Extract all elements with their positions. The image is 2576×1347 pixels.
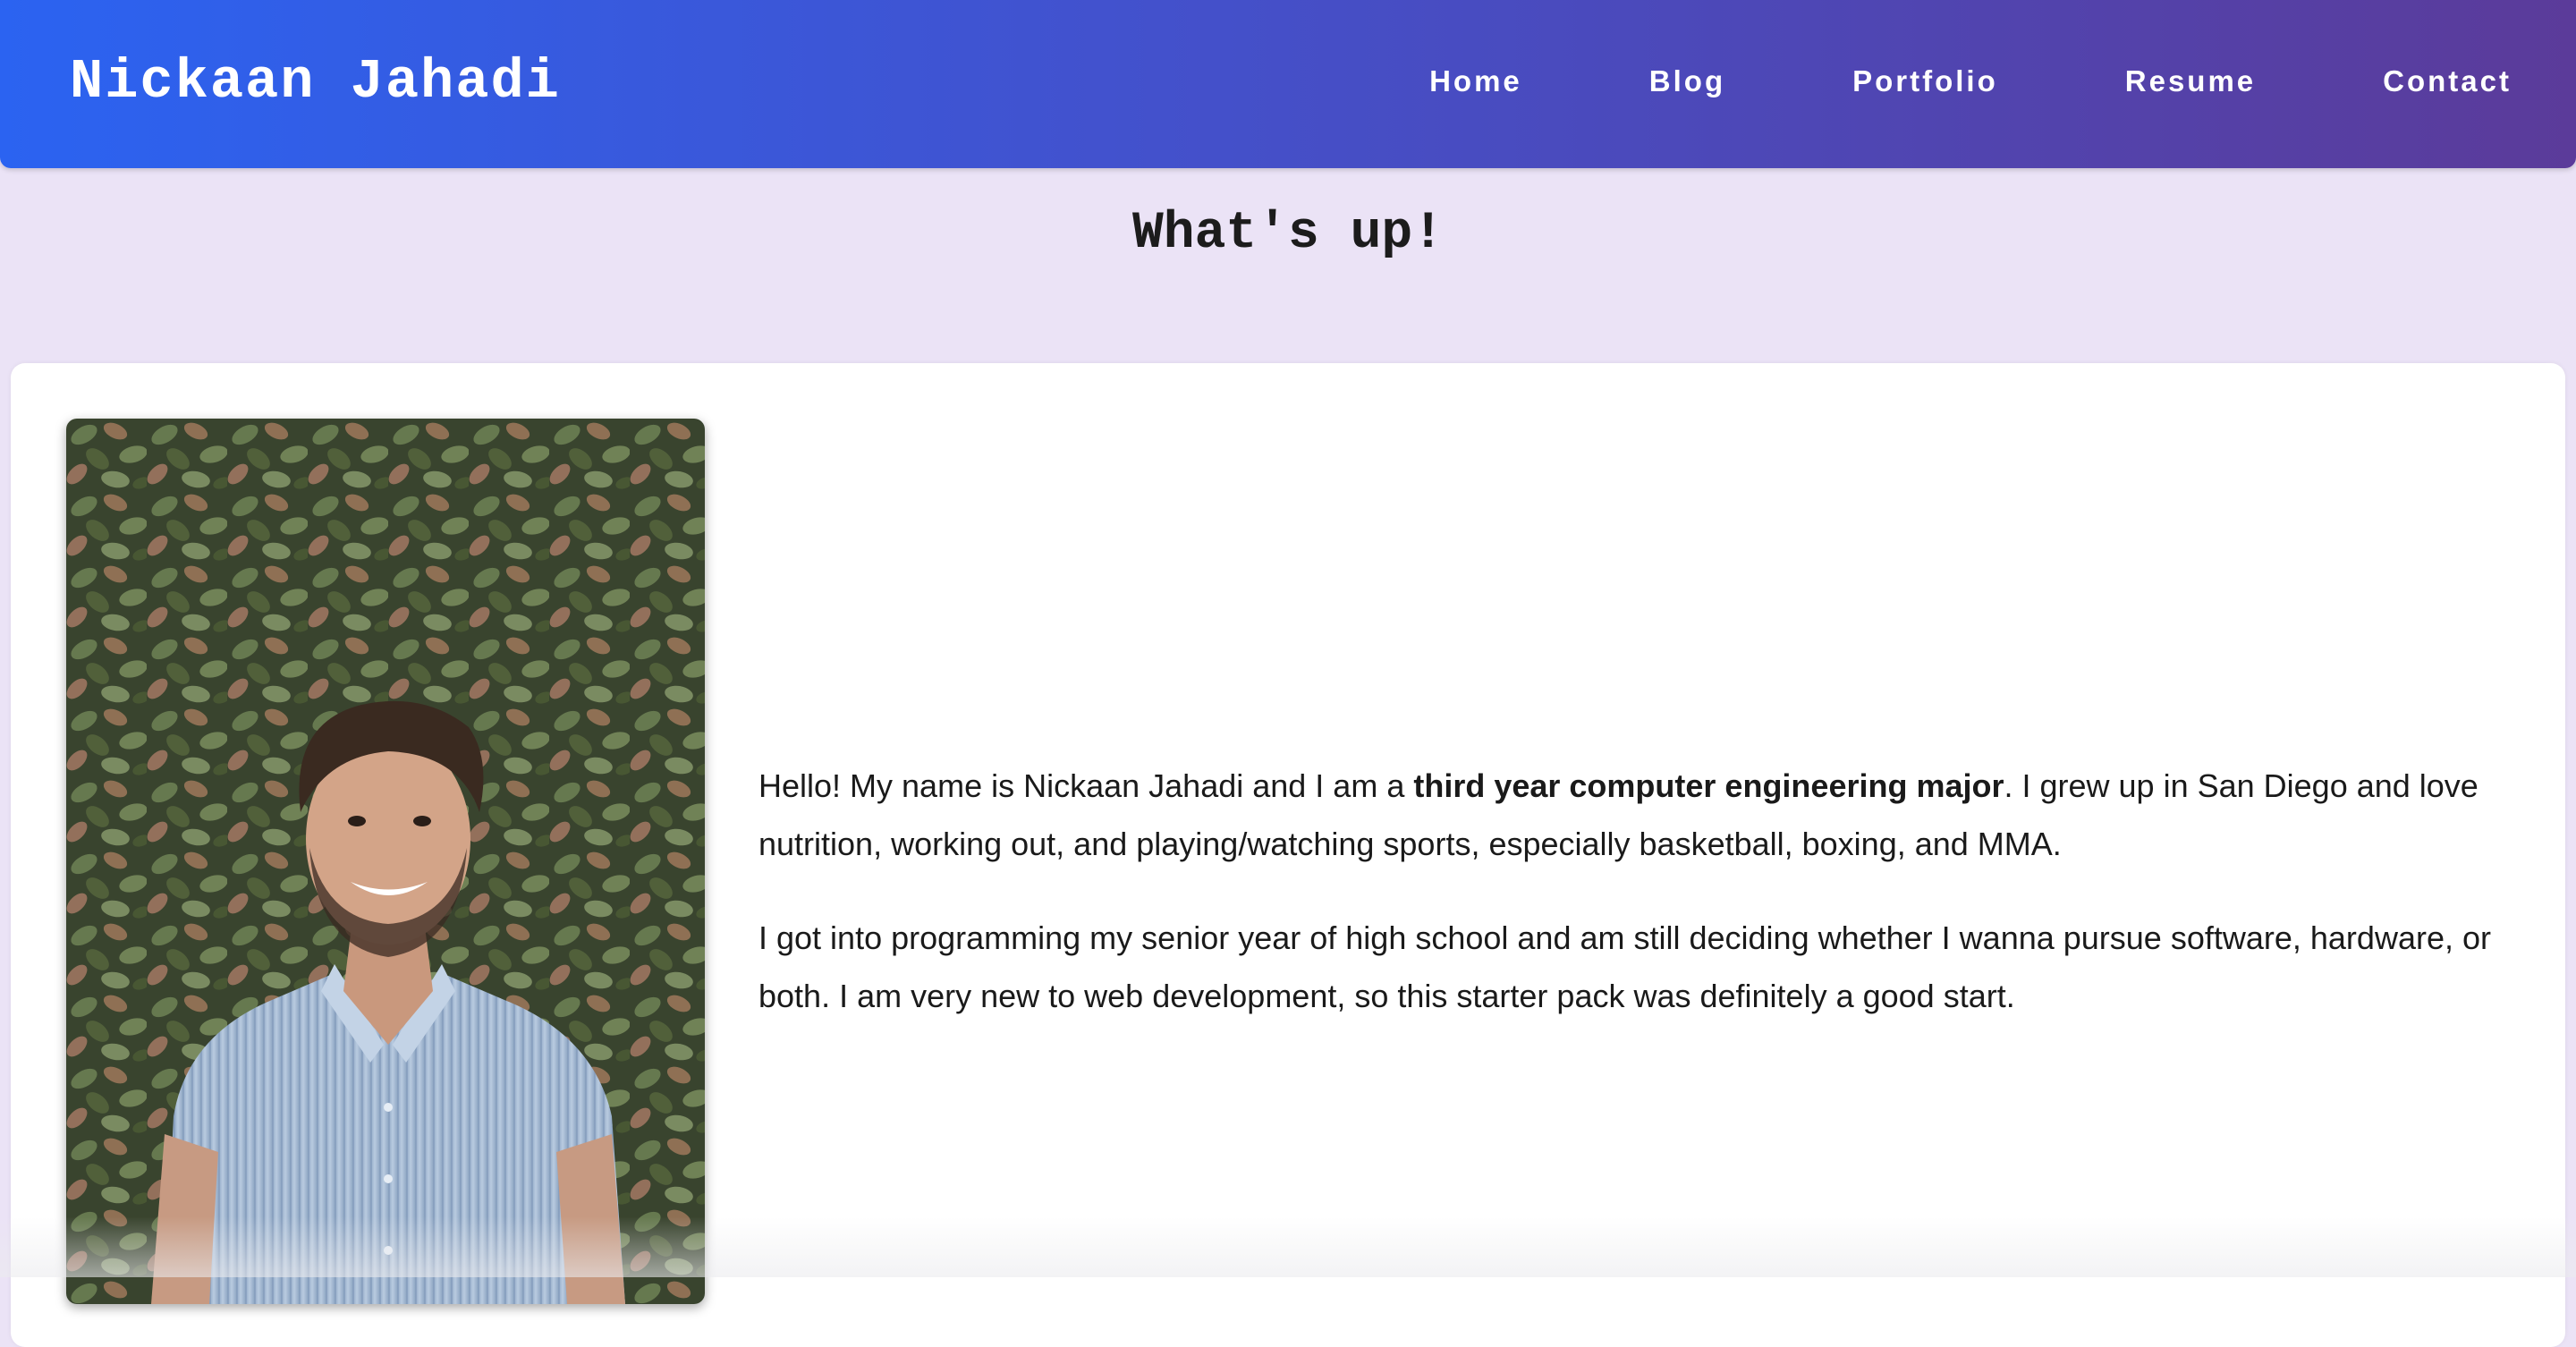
about-card: Hello! My name is Nickaan Jahadi and I a…	[11, 363, 2565, 1347]
portrait-photo	[66, 419, 705, 1304]
nav-link-home[interactable]: Home	[1429, 59, 1522, 104]
bio-text: Hello! My name is Nickaan Jahadi and I a…	[758, 757, 2512, 1061]
main-nav: Home Blog Portfolio Resume Contact	[1429, 59, 2512, 104]
bio-p1-text: Hello! My name is Nickaan Jahadi and I a…	[758, 767, 1414, 804]
bio-paragraph-1: Hello! My name is Nickaan Jahadi and I a…	[758, 757, 2512, 873]
nav-link-blog[interactable]: Blog	[1649, 59, 1725, 104]
page-title: What's up!	[1131, 205, 1445, 263]
site-title[interactable]: Nickaan Jahadi	[70, 47, 561, 118]
nav-link-contact[interactable]: Contact	[2383, 59, 2512, 104]
nav-link-portfolio[interactable]: Portfolio	[1852, 59, 1998, 104]
nav-link-resume[interactable]: Resume	[2125, 59, 2256, 104]
site-header: Nickaan Jahadi Home Blog Portfolio Resum…	[0, 0, 2576, 168]
bio-p1-emphasis: third year computer engineering major	[1413, 767, 2004, 804]
bio-paragraph-2: I got into programming my senior year of…	[758, 919, 2491, 1014]
